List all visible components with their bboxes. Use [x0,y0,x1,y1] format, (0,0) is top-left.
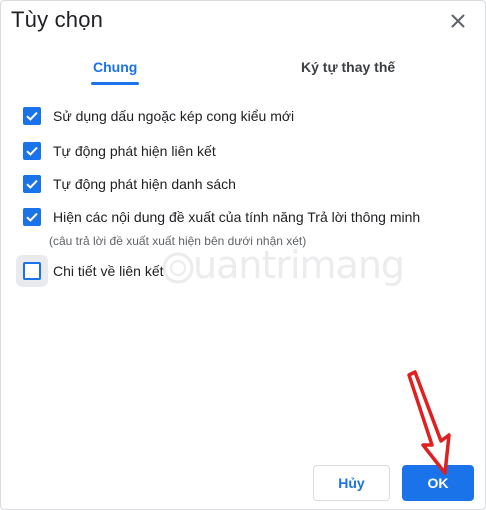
option-link-details[interactable]: Chi tiết về liên kết [23,260,164,282]
option-detect-lists[interactable]: Tự động phát hiện danh sách [23,173,236,195]
annotation-arrow-icon [407,370,451,475]
tab-substitutions[interactable]: Ký tự thay thế [301,59,395,75]
detect-links-checkbox[interactable] [23,142,41,160]
link-details-label: Chi tiết về liên kết [53,263,164,279]
active-tab-indicator [91,82,140,85]
tab-general-label: Chung [93,59,138,75]
detect-lists-label: Tự động phát hiện danh sách [53,176,236,192]
watermark-circle-icon [162,252,194,284]
smart-reply-checkbox[interactable] [23,208,41,226]
option-smart-quotes[interactable]: Sử dụng dấu ngoặc kép cong kiểu mới [23,105,294,127]
tab-general[interactable]: Chung [91,59,140,85]
checkmark-icon [26,111,38,121]
cancel-button[interactable]: Hủy [313,465,390,501]
close-icon[interactable] [446,9,470,33]
checkmark-icon [26,179,38,189]
checkmark-icon [26,212,38,222]
option-smart-reply[interactable]: Hiện các nội dung đề xuất của tính năng … [23,206,420,228]
smart-reply-label: Hiện các nội dung đề xuất của tính năng … [53,209,421,225]
smart-quotes-checkbox[interactable] [23,107,41,125]
tab-substitutions-label: Ký tự thay thế [301,59,396,75]
checkmark-icon [26,146,38,156]
option-detect-links[interactable]: Tự động phát hiện liên kết [23,140,216,162]
link-details-checkbox[interactable] [23,262,41,280]
ok-button[interactable]: OK [402,465,474,501]
detect-lists-checkbox[interactable] [23,175,41,193]
detect-links-label: Tự động phát hiện liên kết [53,143,216,159]
smart-quotes-label: Sử dụng dấu ngoặc kép cong kiểu mới [53,108,295,124]
watermark-logo: uantrimang [161,241,405,291]
dialog-title: Tùy chọn [11,7,104,32]
options-dialog: Tùy chọn Chung Ký tự thay thế Sử dụng dấ… [0,0,486,510]
tab-bar: Chung Ký tự thay thế [1,53,486,85]
watermark-text: uantrimang [193,243,405,287]
